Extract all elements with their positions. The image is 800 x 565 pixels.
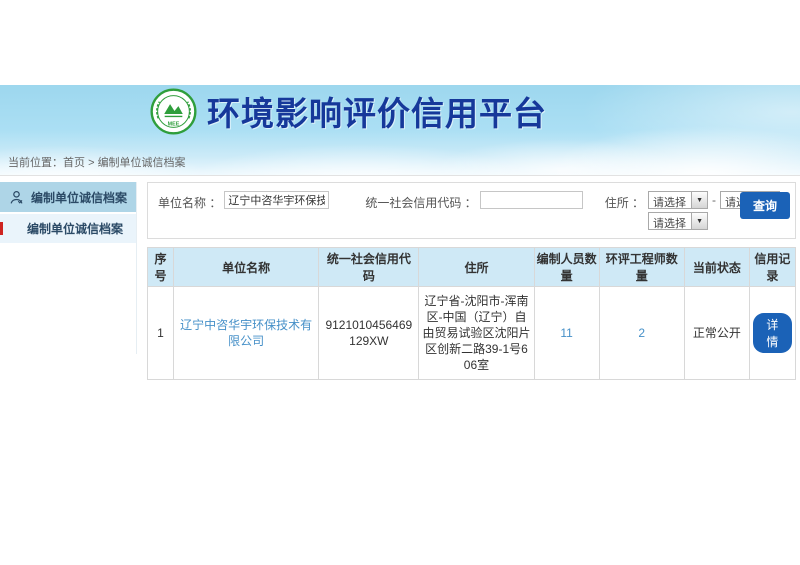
chevron-down-icon[interactable]: ▼ (691, 213, 707, 229)
address-label: 住所 ： (605, 194, 644, 211)
main-panel: 单位名称 ： 统一社会信用代码 ： 住所 ： 请选择 ▼ - 请选择 ▼ - (147, 182, 796, 380)
sidebar-item-credit-archive[interactable]: 编制单位诚信档案 (0, 214, 136, 243)
col-credit-code: 统一社会信用代码 (319, 248, 419, 287)
breadcrumb-separator: > (88, 157, 94, 169)
table-header-row: 序号 单位名称 统一社会信用代码 住所 编制人员数量 环评工程师数量 当前状态 … (148, 248, 796, 287)
header-banner: MEE 环境影响评价信用平台 当前位置：首页 > 编制单位诚信档案 (0, 85, 800, 176)
engineer-count-link[interactable]: 2 (638, 326, 645, 340)
cell-index: 1 (148, 287, 174, 380)
breadcrumb-prefix: 当前位置： (8, 157, 63, 169)
staff-count-link[interactable]: 11 (560, 326, 572, 340)
district-select-value: 请选择 (649, 213, 691, 229)
select-separator: - (712, 193, 716, 207)
brand: MEE 环境影响评价信用平台 (150, 87, 547, 135)
page-title: 环境影响评价信用平台 (207, 87, 547, 135)
query-button[interactable]: 查询 (740, 192, 790, 219)
breadcrumb-home-link[interactable]: 首页 (63, 157, 85, 169)
unit-name-label: 单位名称 ： (158, 194, 221, 211)
col-company-name: 单位名称 (174, 248, 319, 287)
chevron-down-icon[interactable]: ▼ (691, 192, 707, 208)
cell-credit-code: 9121010456469129XW (319, 287, 419, 380)
cell-status: 正常公开 (684, 287, 749, 380)
breadcrumb-current: 编制单位诚信档案 (98, 157, 186, 169)
col-staff-count: 编制人员数量 (534, 248, 599, 287)
province-select[interactable]: 请选择 ▼ (648, 191, 708, 209)
unit-name-input[interactable] (224, 191, 329, 209)
user-icon (9, 190, 24, 205)
logo-text: MEE (168, 121, 180, 127)
col-credit-record: 信用记录 (749, 248, 795, 287)
district-select[interactable]: 请选择 ▼ (648, 212, 708, 230)
province-select-value: 请选择 (649, 192, 691, 208)
detail-button[interactable]: 详情 (753, 313, 792, 353)
col-engineer-count: 环评工程师数量 (599, 248, 684, 287)
content-area: 编制单位诚信档案 编制单位诚信档案 单位名称 ： 统一社会信用代码 ： 住所 ：… (0, 182, 800, 380)
col-index: 序号 (148, 248, 174, 287)
company-name-link[interactable]: 辽宁中咨华宇环保技术有限公司 (180, 318, 312, 348)
col-status: 当前状态 (684, 248, 749, 287)
credit-code-input[interactable] (480, 191, 583, 209)
table-row: 1 辽宁中咨华宇环保技术有限公司 9121010456469129XW 辽宁省-… (148, 287, 796, 380)
mee-logo-icon: MEE (150, 88, 197, 135)
col-address: 住所 (419, 248, 534, 287)
credit-code-label: 统一社会信用代码 ： (365, 194, 476, 211)
sidebar: 编制单位诚信档案 编制单位诚信档案 (0, 182, 137, 354)
results-table: 序号 单位名称 统一社会信用代码 住所 编制人员数量 环评工程师数量 当前状态 … (147, 247, 796, 380)
search-panel: 单位名称 ： 统一社会信用代码 ： 住所 ： 请选择 ▼ - 请选择 ▼ - (147, 182, 796, 239)
cell-address: 辽宁省-沈阳市-浑南区-中国（辽宁）自由贸易试验区沈阳片区创新二路39-1号60… (419, 287, 534, 380)
sidebar-header: 编制单位诚信档案 (0, 182, 136, 212)
sidebar-header-label: 编制单位诚信档案 (31, 189, 127, 206)
breadcrumb: 当前位置：首页 > 编制单位诚信档案 (8, 154, 186, 170)
sidebar-item-label: 编制单位诚信档案 (27, 220, 123, 237)
